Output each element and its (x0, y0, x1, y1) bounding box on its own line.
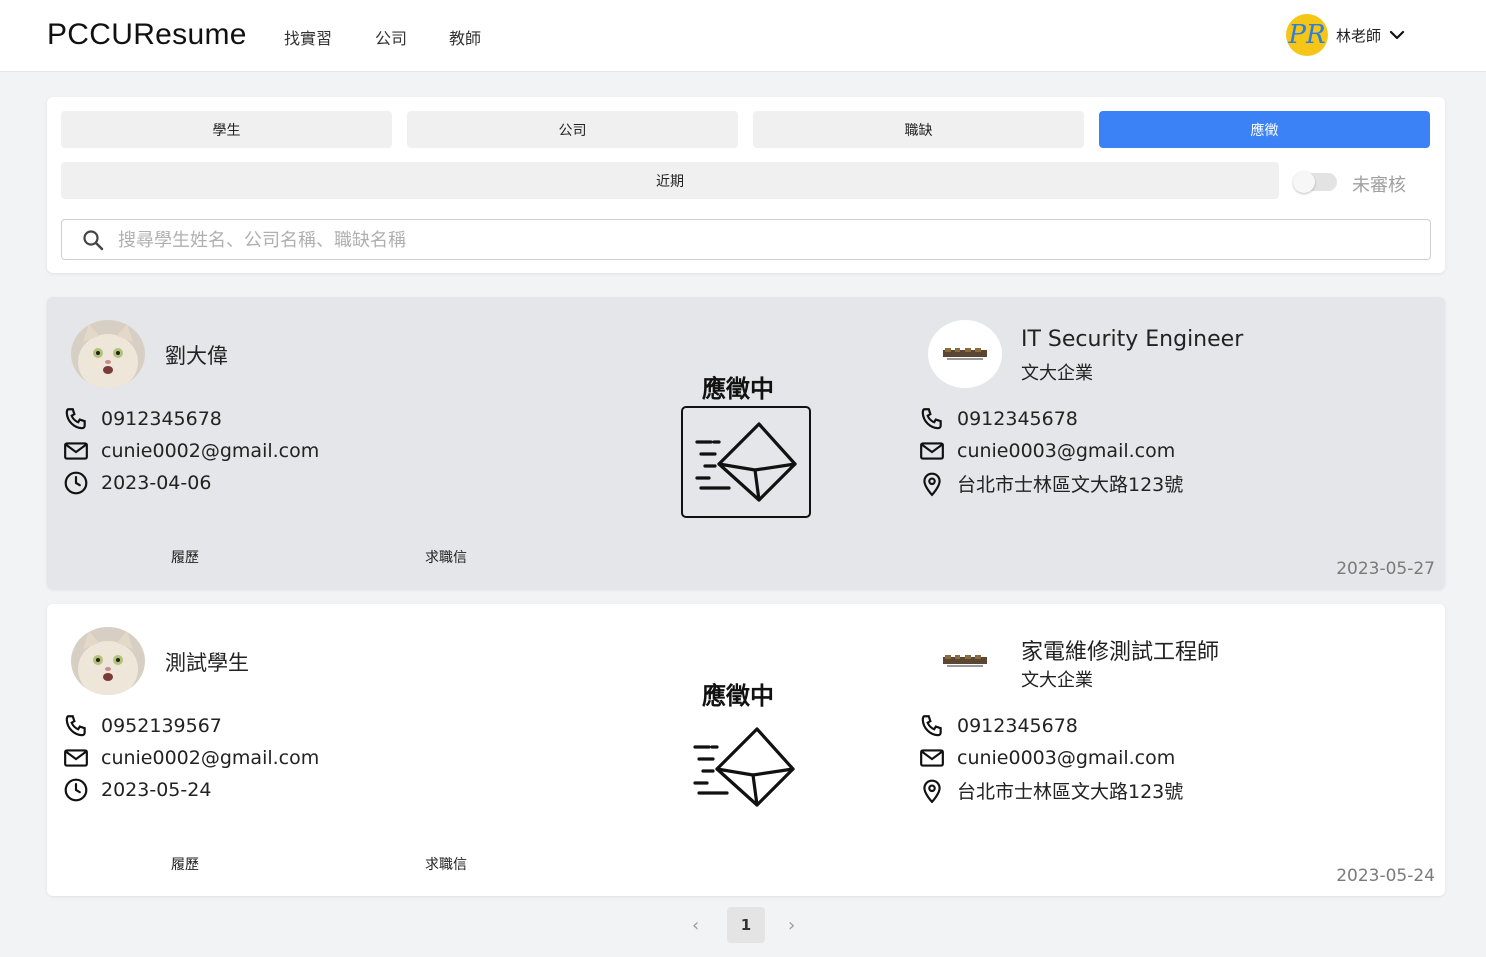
user-menu[interactable]: PR 林老師 (1286, 14, 1405, 56)
company-name: 文大企業 (1021, 670, 1093, 691)
tab-jobs[interactable]: 職缺 (753, 111, 1084, 148)
status-icon-box[interactable] (681, 406, 811, 518)
student-date: 2023-04-06 (101, 472, 212, 494)
cat-photo-icon (71, 627, 145, 695)
nav-teacher[interactable]: 教師 (449, 25, 481, 49)
tab-students[interactable]: 學生 (61, 111, 392, 148)
user-name: 林老師 (1336, 26, 1382, 45)
tab-companies[interactable]: 公司 (407, 111, 738, 148)
student-email: cunie0002@gmail.com (101, 747, 320, 769)
mail-icon (64, 442, 88, 460)
application-card[interactable]: 測試學生 0952139567 cunie0002@gmail.com 2023… (47, 604, 1445, 896)
company-logo-icon (943, 655, 987, 667)
resume-link[interactable]: 履歷 (171, 547, 199, 567)
student-phone-row: 0912345678 (63, 406, 222, 432)
student-date: 2023-05-24 (101, 779, 212, 801)
student-avatar (71, 320, 145, 388)
company-email-row: cunie0003@gmail.com (919, 438, 1175, 464)
company-email: cunie0003@gmail.com (957, 747, 1176, 769)
student-name: 劉大偉 (165, 344, 228, 368)
recent-filter-button[interactable]: 近期 (61, 162, 1279, 199)
student-avatar (71, 627, 145, 695)
status-icon-box[interactable] (681, 713, 811, 825)
top-navbar: PCCUResume 找實習 公司 教師 PR 林老師 (0, 0, 1486, 72)
clock-icon (64, 778, 88, 802)
applied-date: 2023-05-27 (1336, 559, 1435, 579)
unreviewed-toggle-label: 未審核 (1352, 175, 1406, 196)
phone-icon (65, 408, 86, 430)
page-number[interactable]: 1 (727, 907, 765, 943)
applied-date: 2023-05-24 (1336, 866, 1435, 886)
company-phone: 0912345678 (957, 715, 1078, 737)
next-page-button[interactable]: › (788, 915, 795, 936)
student-date-row: 2023-04-06 (63, 470, 211, 496)
user-avatar: PR (1286, 14, 1328, 56)
company-email-row: cunie0003@gmail.com (919, 745, 1175, 771)
company-address-row: 台北市士林區文大路123號 (919, 470, 1183, 497)
student-phone-row: 0952139567 (63, 713, 222, 739)
student-date-row: 2023-05-24 (63, 777, 211, 803)
phone-icon (921, 715, 942, 737)
phone-icon (65, 715, 86, 737)
application-status: 應徵中 (702, 682, 774, 710)
nav-company[interactable]: 公司 (375, 25, 407, 49)
filter-panel: 學生 公司 職缺 應徵 近期 未審核 (47, 97, 1445, 273)
location-pin-icon (923, 779, 941, 803)
company-phone-row: 0912345678 (919, 713, 1078, 739)
company-address-row: 台北市士林區文大路123號 (919, 777, 1183, 804)
student-email-row: cunie0002@gmail.com (63, 438, 319, 464)
company-phone-row: 0912345678 (919, 406, 1078, 432)
search-box (61, 219, 1431, 260)
student-phone: 0912345678 (101, 408, 222, 430)
company-logo (928, 320, 1002, 388)
job-title[interactable]: IT Security Engineer (1021, 327, 1243, 352)
company-phone: 0912345678 (957, 408, 1078, 430)
chevron-down-icon (1389, 30, 1405, 40)
company-address: 台北市士林區文大路123號 (957, 781, 1184, 803)
cover-letter-link[interactable]: 求職信 (425, 547, 467, 567)
cover-letter-link[interactable]: 求職信 (425, 854, 467, 874)
job-title[interactable]: 家電維修測試工程師 (1021, 634, 1219, 666)
company-address: 台北市士林區文大路123號 (957, 474, 1184, 496)
resume-link[interactable]: 履歷 (171, 854, 199, 874)
prev-page-button[interactable]: ‹ (692, 915, 699, 936)
search-icon (83, 230, 104, 251)
application-status: 應徵中 (702, 375, 774, 403)
company-email: cunie0003@gmail.com (957, 440, 1176, 462)
sending-mail-icon (693, 727, 795, 807)
cat-photo-icon (71, 320, 145, 388)
pagination: ‹ 1 › (0, 907, 1486, 943)
phone-icon (921, 408, 942, 430)
company-logo-icon (943, 348, 987, 360)
application-card[interactable]: 劉大偉 0912345678 cunie0002@gmail.com 2023-… (47, 297, 1445, 589)
mail-icon (920, 749, 944, 767)
company-logo (928, 627, 1002, 695)
search-input[interactable] (118, 226, 1408, 254)
sending-mail-icon (695, 422, 797, 502)
company-name: 文大企業 (1021, 363, 1093, 384)
location-pin-icon (923, 472, 941, 496)
mail-icon (920, 442, 944, 460)
brand-logo[interactable]: PCCUResume (47, 18, 247, 52)
student-phone: 0952139567 (101, 715, 222, 737)
student-email-row: cunie0002@gmail.com (63, 745, 319, 771)
tab-applications[interactable]: 應徵 (1099, 111, 1430, 148)
nav-find-internship[interactable]: 找實習 (284, 25, 332, 49)
mail-icon (64, 749, 88, 767)
student-email: cunie0002@gmail.com (101, 440, 320, 462)
clock-icon (64, 471, 88, 495)
student-name: 測試學生 (165, 651, 249, 675)
unreviewed-toggle[interactable] (1293, 171, 1337, 193)
